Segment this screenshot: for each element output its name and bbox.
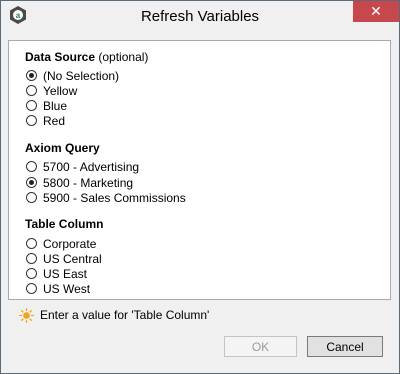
close-button[interactable]: ✕ [353, 1, 399, 22]
radio-data-source-blue[interactable]: Blue [26, 98, 67, 113]
radio-button[interactable] [26, 283, 37, 294]
radio-axiom-query-5800[interactable]: 5800 - Marketing [26, 175, 133, 190]
radio-button[interactable] [26, 238, 37, 249]
section-title-data-source: Data Source (optional) [25, 50, 148, 64]
radio-button-selected[interactable] [26, 70, 37, 81]
radio-label: US West [43, 281, 91, 296]
radio-label: Red [43, 113, 66, 128]
radio-table-column-corporate[interactable]: Corporate [26, 236, 96, 251]
cancel-button[interactable]: Cancel [307, 336, 383, 357]
ok-button[interactable]: OK [224, 336, 297, 357]
validation-hint: Enter a value for 'Table Column' [19, 307, 209, 323]
dialog-title: Refresh Variables [140, 8, 260, 25]
radio-button[interactable] [26, 253, 37, 264]
radio-axiom-query-5700[interactable]: 5700 - Advertising [26, 159, 139, 174]
radio-table-column-us-east[interactable]: US East [26, 266, 87, 281]
radio-button[interactable] [26, 192, 37, 203]
radio-table-column-us-west[interactable]: US West [26, 281, 90, 296]
radio-table-column-us-central[interactable]: US Central [26, 251, 102, 266]
section-title-text: Data Source [25, 50, 96, 64]
radio-axiom-query-5900[interactable]: 5900 - Sales Commissions [26, 190, 186, 205]
radio-label: Blue [43, 98, 68, 113]
radio-label: 5800 - Marketing [43, 175, 134, 190]
radio-button[interactable] [26, 100, 37, 111]
refresh-variables-dialog: a Refresh Variables ✕ Data Source (optio… [0, 0, 400, 374]
section-title-axiom-query: Axiom Query [25, 141, 100, 155]
variables-panel: Data Source (optional) (No Selection) Ye… [8, 40, 391, 300]
radio-button[interactable] [26, 85, 37, 96]
radio-button[interactable] [26, 115, 37, 126]
radio-button-selected[interactable] [26, 177, 37, 188]
radio-label: Corporate [43, 236, 97, 251]
radio-button[interactable] [26, 268, 37, 279]
radio-data-source-red[interactable]: Red [26, 113, 65, 128]
optional-label: (optional) [98, 50, 149, 64]
sun-icon [19, 307, 34, 323]
radio-label: Yellow [43, 83, 78, 98]
section-title-table-column: Table Column [25, 217, 104, 231]
radio-label: (No Selection) [43, 68, 120, 83]
hint-text: Enter a value for 'Table Column' [40, 308, 210, 322]
radio-data-source-yellow[interactable]: Yellow [26, 83, 77, 98]
radio-label: US Central [43, 251, 102, 266]
title-bar: a Refresh Variables ✕ [1, 1, 399, 32]
radio-label: 5900 - Sales Commissions [43, 190, 186, 205]
radio-button[interactable] [26, 161, 37, 172]
radio-label: US East [43, 266, 88, 281]
radio-data-source-no-selection[interactable]: (No Selection) [26, 68, 119, 83]
radio-label: 5700 - Advertising [43, 159, 140, 174]
